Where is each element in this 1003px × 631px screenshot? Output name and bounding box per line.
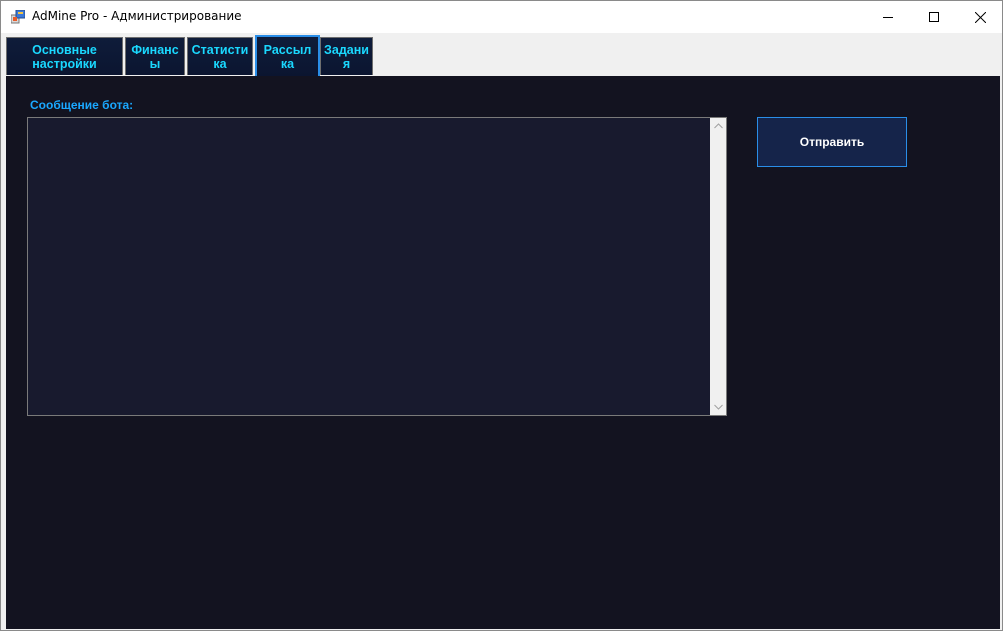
tab-label: Рассыл xyxy=(263,42,312,57)
maximize-button[interactable] xyxy=(911,1,957,33)
maximize-icon xyxy=(929,12,939,22)
bot-message-input[interactable] xyxy=(28,118,710,415)
minimize-icon xyxy=(883,17,893,18)
bot-message-label: Сообщение бота: xyxy=(30,98,134,112)
tab-tasks[interactable]: Задани я xyxy=(320,37,373,75)
tab-statistics[interactable]: Статисти ка xyxy=(187,37,253,75)
close-icon xyxy=(974,11,986,23)
tab-label: Финанс xyxy=(131,42,179,57)
bot-message-box xyxy=(27,117,727,416)
app-icon xyxy=(11,10,25,24)
scroll-down-button[interactable] xyxy=(710,399,726,415)
tab-main-settings[interactable]: Основные настройки xyxy=(6,37,123,75)
scroll-up-button[interactable] xyxy=(710,118,726,134)
tab-broadcast[interactable]: Рассыл ка xyxy=(255,35,320,76)
window-title: AdMine Pro - Администрирование xyxy=(32,9,242,23)
tab-label: Статисти xyxy=(191,42,249,57)
tab-label: ка xyxy=(280,56,295,71)
tab-label: я xyxy=(342,56,351,71)
app-window: AdMine Pro - Администрирование Основные … xyxy=(0,0,1003,631)
send-button[interactable]: Отправить xyxy=(757,117,907,167)
tab-finances[interactable]: Финанс ы xyxy=(125,37,185,75)
tab-label: настройки xyxy=(32,56,97,71)
tab-label: Основные xyxy=(32,42,97,57)
tab-label: ка xyxy=(213,56,227,71)
close-button[interactable] xyxy=(957,1,1002,33)
minimize-button[interactable] xyxy=(865,1,911,33)
vertical-scrollbar[interactable] xyxy=(710,118,726,415)
chevron-up-icon xyxy=(713,123,723,129)
tab-label: ы xyxy=(149,56,161,71)
chevron-down-icon xyxy=(713,404,723,410)
tab-label: Задани xyxy=(324,42,369,57)
title-bar: AdMine Pro - Администрирование xyxy=(1,1,1002,33)
